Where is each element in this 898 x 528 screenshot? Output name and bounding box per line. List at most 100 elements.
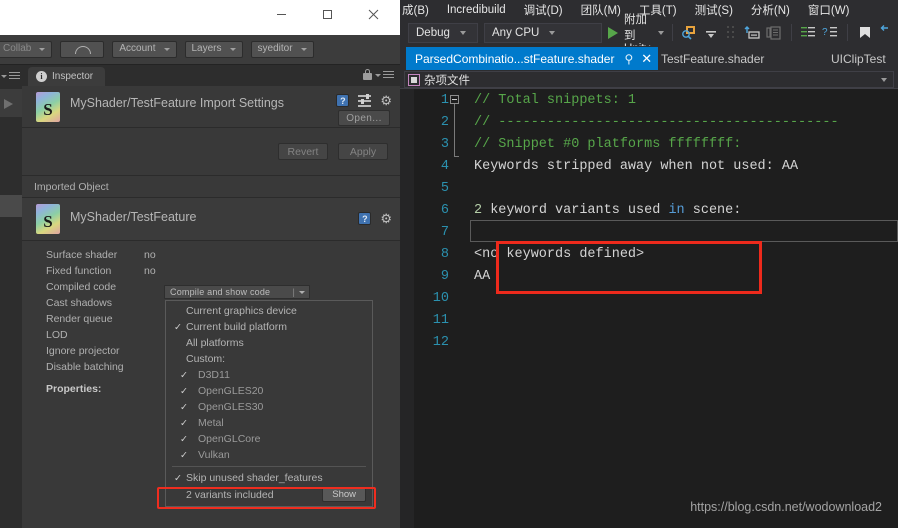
chevron-down-icon (229, 48, 236, 51)
play-icon (608, 26, 618, 39)
menu-item-vulkan[interactable]: ✓ Vulkan (166, 447, 372, 463)
menu-debug[interactable]: 调试(D) (515, 2, 572, 18)
chevron-down-icon (299, 290, 305, 294)
undo-icon[interactable] (878, 24, 896, 42)
line-number: 2 (440, 114, 449, 130)
code-line: 3 // Snippet #0 platforms ffffffff: (414, 133, 898, 155)
tab-uicliptest[interactable]: UIClipTest (822, 47, 892, 70)
project-scope-label: 杂项文件 (424, 74, 470, 87)
project-scope-dropdown[interactable]: 杂项文件 (404, 71, 894, 88)
lock-icon[interactable] (363, 69, 372, 80)
preset-icon[interactable] (358, 93, 372, 107)
menu-item-metal[interactable]: ✓ Metal (166, 415, 372, 431)
line-number: 9 (440, 268, 449, 284)
indicator-margin[interactable] (400, 89, 414, 528)
visual-studio-pane: 成(B) Incredibuild 调试(D) 团队(M) 工具(T) 测试(S… (400, 0, 898, 528)
revert-button[interactable]: Revert (278, 143, 328, 160)
solution-platform-dropdown[interactable]: Any CPU (484, 22, 602, 43)
menu-item-custom[interactable]: Custom: (166, 351, 372, 367)
dock-highlight-row (0, 195, 22, 217)
dock-menu-icon[interactable] (1, 72, 20, 81)
apply-button[interactable]: Apply (338, 143, 388, 160)
window-titlebar (0, 0, 400, 35)
menu-item-current-graphics-device[interactable]: Current graphics device (166, 303, 372, 319)
show-button[interactable]: Show (322, 487, 366, 502)
menu-incredibuild[interactable]: Incredibuild (438, 4, 515, 16)
pin-icon[interactable]: ⚲ (624, 53, 633, 65)
header-icon-group: ? ⚙ (336, 93, 392, 107)
layers-button[interactable]: Layers (184, 41, 243, 58)
code-line: 5 (414, 177, 898, 199)
close-icon[interactable] (350, 0, 396, 28)
menu-analyze[interactable]: 分析(N) (742, 2, 799, 18)
chevron-down-icon (549, 30, 556, 35)
platform-dropdown-menu: Current graphics device ✓ Current build … (165, 300, 373, 507)
collab-button[interactable]: Collab (0, 41, 53, 58)
line-number: 12 (432, 334, 449, 350)
find-in-files-icon[interactable] (681, 24, 699, 42)
tab-parsed-combination[interactable]: ParsedCombinatio...stFeature.shader ⚲ ✕ (406, 47, 659, 70)
line-number: 10 (432, 290, 449, 306)
menu-item-all-platforms[interactable]: All platforms (166, 335, 372, 351)
compiled-code-dropdown[interactable]: Compile and show code | (164, 285, 310, 299)
menu-item-current-build-platform[interactable]: ✓ Current build platform (166, 319, 372, 335)
menu-item-skip-unused-shader-features[interactable]: ✓ Skip unused shader_features (166, 470, 372, 486)
vs-tabbar: ParsedCombinatio...stFeature.shader ⚲ ✕ … (400, 46, 898, 70)
code-lines[interactable]: 1 // Total snippets: 1 2 // ------------… (414, 89, 898, 528)
toolbar-divider (847, 24, 849, 41)
menu-item-d3d11[interactable]: ✓ D3D11 (166, 367, 372, 383)
menu-test[interactable]: 测试(S) (686, 2, 742, 18)
toolbar-divider (672, 24, 673, 41)
menu-build[interactable]: 成(B) (400, 2, 438, 18)
maximize-icon[interactable] (304, 0, 350, 28)
account-button[interactable]: Account (112, 41, 177, 58)
menu-window[interactable]: 窗口(W) (799, 2, 859, 18)
compiled-code-value: Compile and show code (170, 287, 271, 297)
menu-item-openglcore[interactable]: ✓ OpenGLCore (166, 431, 372, 447)
cursor-arrow-icon (4, 99, 13, 109)
gear-icon[interactable]: ⚙ (380, 212, 392, 225)
menu-item-opengles30[interactable]: ✓ OpenGLES30 (166, 399, 372, 415)
variants-count-label: 2 variants included (186, 489, 274, 501)
line-number: 6 (440, 202, 449, 218)
close-icon[interactable]: ✕ (641, 52, 652, 65)
code-line: 4 Keywords stripped away when not used: … (414, 155, 898, 177)
uncomment-selection-icon[interactable] (765, 24, 783, 42)
comment-selection-icon[interactable] (743, 24, 761, 42)
layout-button[interactable]: syeditor (250, 41, 314, 58)
check-icon: ✓ (180, 433, 188, 445)
tab-testfeature-shader[interactable]: TestFeature.shader (652, 47, 770, 70)
current-line-highlight (470, 220, 898, 242)
menu-item-opengles20[interactable]: ✓ OpenGLES20 (166, 383, 372, 399)
line-number: 5 (440, 180, 449, 196)
variants-included-row: 2 variants included Show (166, 486, 372, 504)
help-icon[interactable]: ? (336, 94, 350, 107)
chevron-down-icon (39, 48, 46, 51)
open-button[interactable]: Open... (338, 110, 390, 126)
increase-indent-icon[interactable] (799, 24, 817, 42)
hamburger-menu-icon[interactable] (375, 71, 394, 80)
toggle-bookmark-down-icon[interactable] (703, 24, 721, 42)
code-editor[interactable]: 1 // Total snippets: 1 2 // ------------… (400, 89, 898, 528)
outline-bracket (454, 104, 459, 157)
dotted-grid-icon (725, 24, 739, 42)
property-row: Fixed function no (46, 265, 156, 277)
dock-arrow-row[interactable] (0, 89, 22, 117)
minimize-icon[interactable] (258, 0, 304, 28)
check-icon: ✓ (180, 401, 188, 413)
object-icon-group: ? ⚙ (358, 212, 392, 225)
solution-configuration-dropdown[interactable]: Debug (408, 22, 478, 43)
decrease-indent-icon[interactable]: ? (821, 24, 839, 42)
check-icon: ✓ (180, 417, 188, 429)
collapse-outline-icon[interactable] (450, 95, 459, 104)
tab-label: ParsedCombinatio...stFeature.shader (415, 51, 615, 66)
tab-inspector[interactable]: i Inspector (28, 67, 106, 86)
svg-text:?: ? (822, 27, 828, 38)
help-icon[interactable]: ? (358, 212, 372, 225)
gear-icon[interactable]: ⚙ (380, 94, 392, 107)
code-line: 1 // Total snippets: 1 (414, 89, 898, 111)
cloud-button[interactable] (60, 41, 105, 58)
code-line: 11 (414, 309, 898, 331)
object-header: S MyShader/TestFeature ? ⚙ (22, 198, 400, 241)
bookmark-icon[interactable] (856, 24, 874, 42)
